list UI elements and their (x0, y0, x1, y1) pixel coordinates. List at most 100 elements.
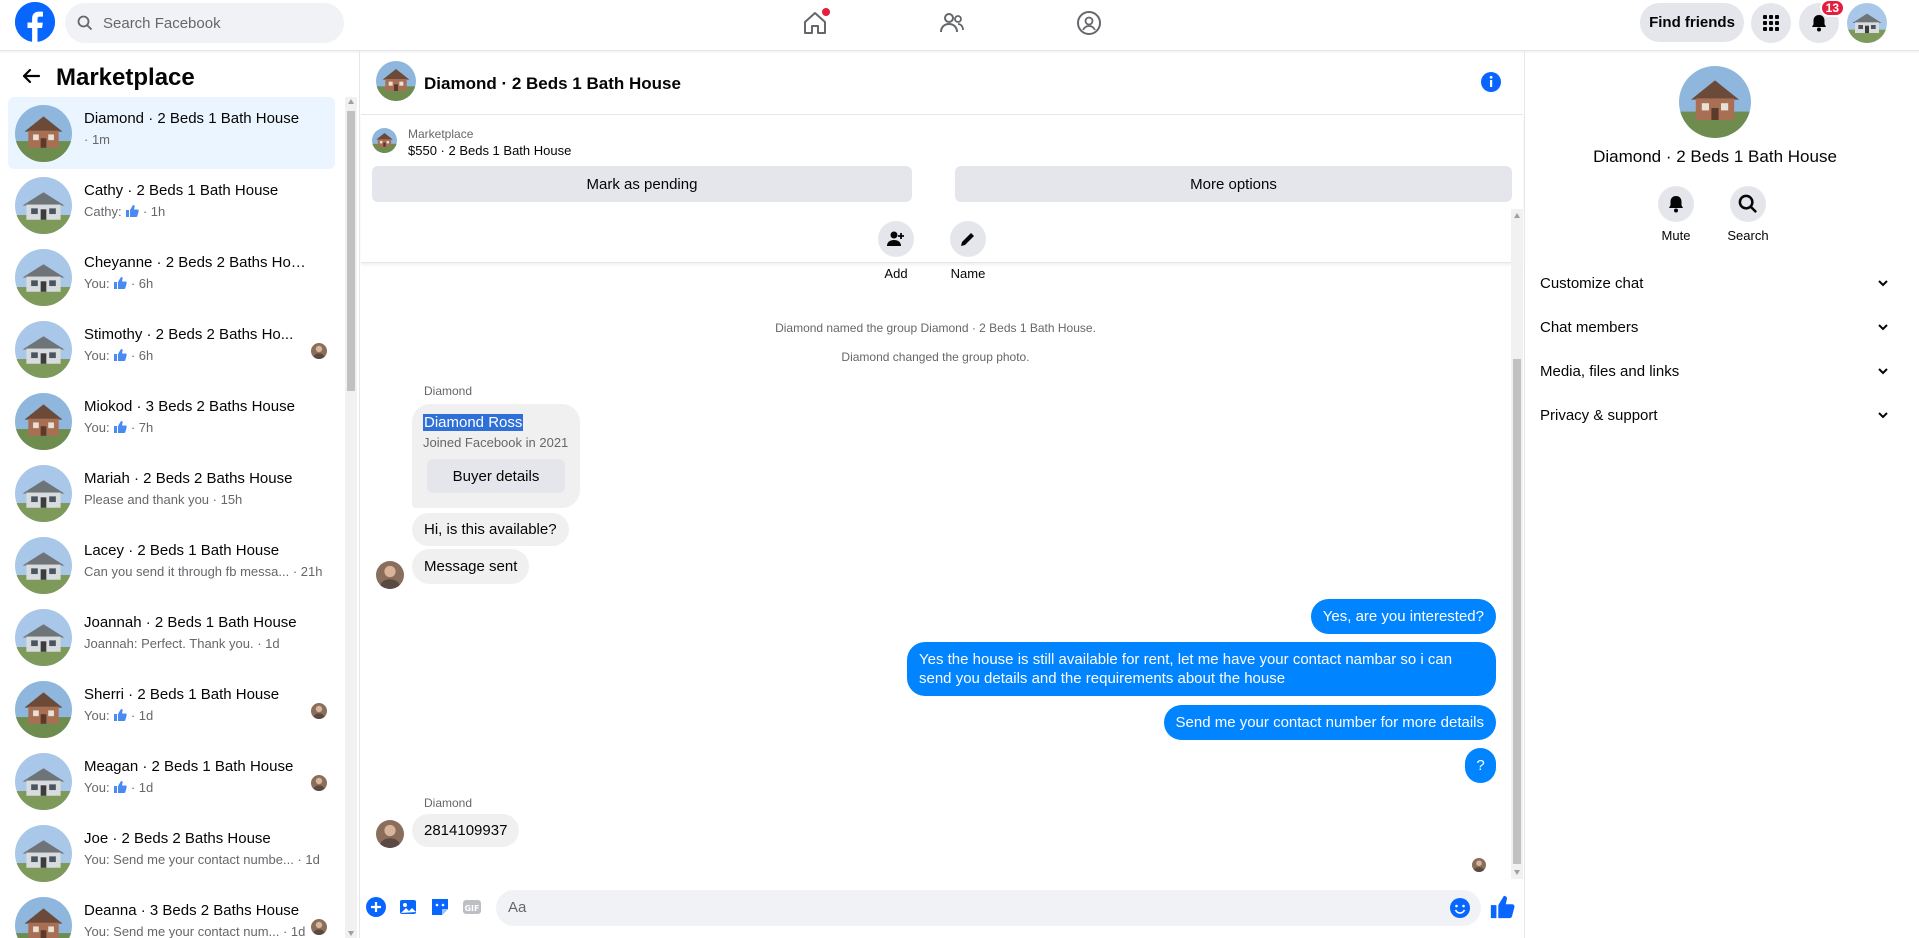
home-icon[interactable] (800, 8, 830, 38)
add-people-action[interactable]: Add (866, 221, 926, 281)
name-group-action[interactable]: Name (938, 221, 998, 281)
buyer-details-button[interactable]: Buyer details (427, 459, 565, 493)
message-input[interactable]: Aa (496, 890, 1481, 926)
listing-thumbnail[interactable] (372, 128, 397, 153)
marketplace-label: Marketplace (408, 127, 474, 141)
privacy-support-row[interactable]: Privacy & support (1540, 397, 1890, 433)
sticker-icon[interactable] (429, 896, 451, 918)
conversation-name: Mariah · 2 Beds 2 Baths House (84, 470, 293, 487)
conversation-item[interactable]: Joannah · 2 Beds 1 Bath House Joannah: P… (8, 601, 335, 673)
conversation-preview: You: · 6h (84, 348, 154, 363)
scroll-down-arrow-icon[interactable] (1514, 870, 1520, 875)
scroll-down-arrow-icon[interactable] (348, 931, 354, 936)
thumbs-up-icon (114, 277, 127, 289)
conversation-list-panel: Marketplace Diamond · 2 Beds 1 Bath Hous… (0, 51, 360, 938)
outgoing-message[interactable]: Yes the house is still available for ren… (907, 642, 1496, 696)
emoji-icon[interactable] (1449, 897, 1471, 919)
incoming-message[interactable]: 2814109937 (412, 814, 520, 847)
outgoing-message[interactable]: ? (1465, 748, 1496, 783)
facebook-logo-icon[interactable] (15, 2, 55, 42)
chat-title[interactable]: Diamond · 2 Beds 1 Bath House (424, 74, 681, 94)
listing-thumbnail (15, 321, 72, 378)
friends-icon[interactable] (937, 8, 967, 38)
listing-thumbnail (15, 537, 72, 594)
sender-avatar[interactable] (376, 820, 404, 848)
outgoing-message[interactable]: Send me your contact number for more det… (1163, 705, 1496, 740)
listing-thumbnail (15, 393, 72, 450)
group-title: Diamond · 2 Beds 1 Bath House (1593, 147, 1837, 166)
gif-icon[interactable]: GIF (461, 896, 483, 918)
notifications-bell-icon[interactable]: 13 (1799, 0, 1845, 43)
thumbs-up-icon (114, 349, 127, 361)
mute-button[interactable]: Mute (1646, 186, 1706, 243)
listing-thumbnail (15, 609, 72, 666)
home-notification-dot (822, 8, 830, 16)
seen-avatar (311, 343, 327, 359)
incoming-message[interactable]: Hi, is this available? (412, 513, 569, 546)
conversation-item[interactable]: Diamond · 2 Beds 1 Bath House · 1m (8, 97, 335, 169)
incoming-message[interactable]: Message sent (412, 549, 530, 584)
info-icon[interactable] (1480, 71, 1502, 93)
group-avatar[interactable] (1679, 66, 1751, 138)
conversation-preview: You: Send me your contact num... · 1d (84, 924, 306, 938)
mark-as-pending-button[interactable]: Mark as pending (372, 166, 912, 202)
scrollbar-thumb[interactable] (1513, 359, 1521, 864)
conversation-item[interactable]: Cheyanne · 2 Beds 2 Baths House You: · 6… (8, 241, 335, 313)
conversation-item[interactable]: Stimothy · 2 Beds 2 Baths Ho... You: · 6… (8, 313, 335, 385)
conversation-preview: You: · 6h (84, 276, 154, 291)
chat-avatar[interactable] (376, 61, 416, 101)
profile-avatar[interactable] (1847, 3, 1887, 43)
system-message: Diamond named the group Diamond · 2 Beds… (775, 321, 1096, 335)
listing-price-title[interactable]: $550 · 2 Beds 1 Bath House (408, 143, 571, 158)
conversation-name: Deanna · 3 Beds 2 Baths House (84, 902, 300, 919)
menu-grid-icon[interactable] (1751, 3, 1791, 43)
conversation-item[interactable]: Deanna · 3 Beds 2 Baths House You: Send … (8, 889, 335, 938)
plus-icon[interactable] (365, 896, 387, 918)
conversation-item[interactable]: Miokod · 3 Beds 2 Baths House You: · 7h (8, 385, 335, 457)
chat-scrollbar[interactable] (1511, 209, 1523, 879)
buyer-profile-card: Diamond Ross Joined Facebook in 2021 Buy… (412, 404, 580, 508)
row-label: Privacy & support (1540, 406, 1658, 424)
conversation-item[interactable]: Cathy · 2 Beds 1 Bath House Cathy: · 1h (8, 169, 335, 241)
conversation-list-scrollbar[interactable] (345, 97, 357, 938)
conversation-preview: You: · 1d (84, 708, 154, 723)
listing-thumbnail (15, 465, 72, 522)
photo-icon[interactable] (397, 896, 419, 918)
conversation-item[interactable]: Mariah · 2 Beds 2 Baths House Please and… (8, 457, 335, 529)
conversation-preview: You: · 1d (84, 780, 154, 795)
find-friends-button[interactable]: Find friends (1640, 3, 1744, 42)
buyer-joined-text: Joined Facebook in 2021 (423, 435, 569, 450)
outgoing-message[interactable]: Yes, are you interested? (1310, 599, 1496, 634)
groups-icon[interactable] (1074, 8, 1104, 38)
scroll-up-arrow-icon[interactable] (1514, 213, 1520, 218)
search-input[interactable]: Search Facebook (65, 3, 344, 43)
conversation-item[interactable]: Joe · 2 Beds 2 Baths House You: Send me … (8, 817, 335, 889)
row-label: Customize chat (1540, 274, 1644, 292)
customize-chat-row[interactable]: Customize chat (1540, 265, 1890, 301)
conversation-name: Cathy · 2 Beds 1 Bath House (84, 182, 279, 199)
more-options-button[interactable]: More options (955, 166, 1512, 202)
seen-avatar (1472, 858, 1486, 872)
search-label: Search (1727, 228, 1769, 243)
back-arrow-icon[interactable] (20, 65, 42, 87)
seen-avatar (311, 919, 327, 935)
buyer-name[interactable]: Diamond Ross (423, 414, 524, 431)
conversation-preview: Joannah: Perfect. Thank you. · 1d (84, 636, 280, 651)
conversation-item[interactable]: Sherri · 2 Beds 1 Bath House You: · 1d (8, 673, 335, 745)
conversation-item[interactable]: Lacey · 2 Beds 1 Bath House Can you send… (8, 529, 335, 601)
conversation-name: Miokod · 3 Beds 2 Baths House (84, 398, 295, 415)
conversation-item[interactable]: Meagan · 2 Beds 1 Bath House You: · 1d (8, 745, 335, 817)
conversation-name: Sherri · 2 Beds 1 Bath House (84, 686, 280, 703)
thumbs-up-send-icon[interactable] (1489, 894, 1515, 920)
name-label: Name (950, 266, 986, 281)
scrollbar-thumb[interactable] (347, 111, 355, 391)
chevron-down-icon (1878, 412, 1888, 419)
system-message: Diamond changed the group photo. (841, 350, 1030, 364)
search-in-chat-button[interactable]: Search (1718, 186, 1778, 243)
chat-members-row[interactable]: Chat members (1540, 309, 1890, 345)
add-person-icon (887, 231, 904, 246)
media-files-links-row[interactable]: Media, files and links (1540, 353, 1890, 389)
sender-avatar[interactable] (376, 561, 404, 589)
scroll-up-arrow-icon[interactable] (348, 99, 354, 104)
conversation-name: Joe · 2 Beds 2 Baths House (84, 830, 271, 847)
